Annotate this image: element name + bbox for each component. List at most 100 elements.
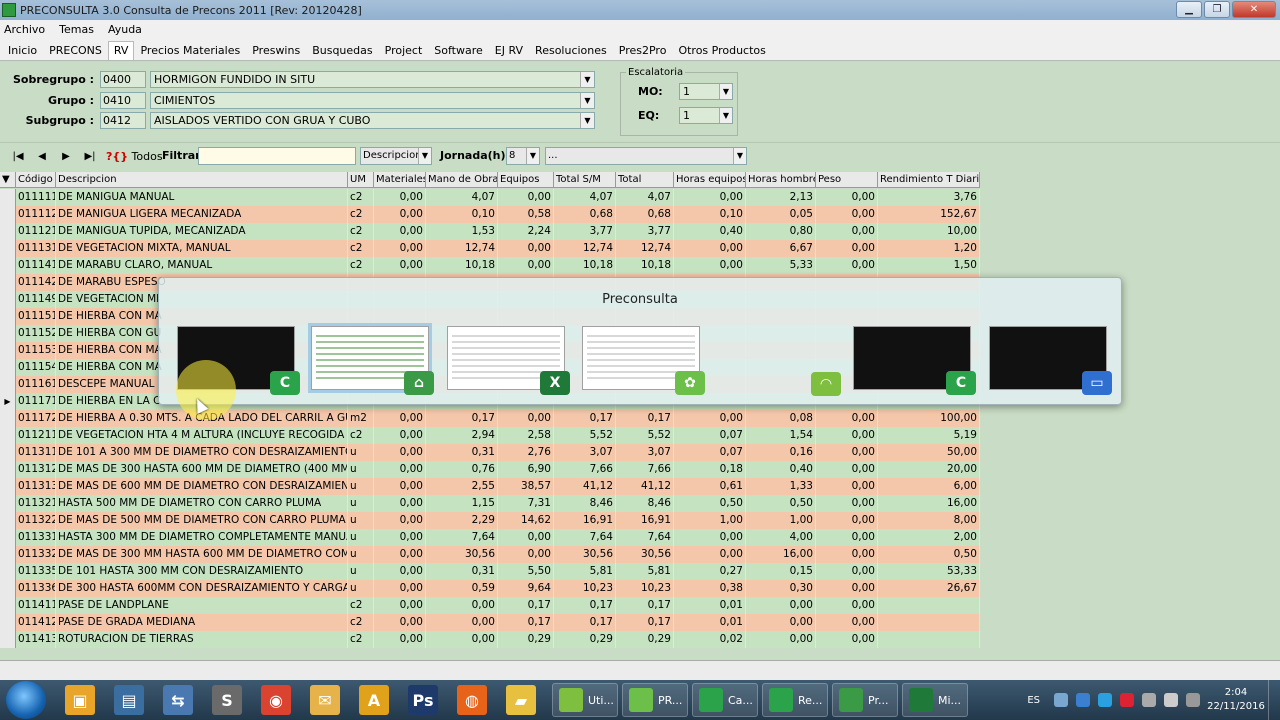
tab-busquedas[interactable]: Busquedas [306,41,378,60]
table-row[interactable]: 011336 DE 300 HASTA 600MM CON DESRAIZAMIE… [0,580,980,597]
row-selector[interactable] [0,495,16,512]
first-record-button[interactable]: |◀ [8,148,28,165]
table-row[interactable]: 011211 DE VEGETACION HTA 4 M ALTURA (INCL… [0,427,980,444]
column-header[interactable]: Descripcion [56,172,348,187]
autocad-icon[interactable]: A [359,685,389,715]
volume-icon[interactable] [1164,693,1178,707]
table-row[interactable]: 011112 DE MANIGUA LIGERA MECANIZADA c2 0,00… [0,206,980,223]
chevron-down-icon[interactable]: ▼ [526,148,539,164]
todos-button[interactable]: ?{} Todos [106,148,163,165]
minimize-button[interactable]: ▁ [1176,1,1202,18]
tab-pres2pro[interactable]: Pres2Pro [613,41,673,60]
tab-rv[interactable]: RV [107,41,135,60]
tab-otros-productos[interactable]: Otros Productos [672,41,771,60]
table-row[interactable]: 011141 DE MARABU CLARO, MANUAL c2 0,00 10,18… [0,257,980,274]
column-header[interactable]: UM [348,172,374,187]
chevron-down-icon[interactable]: ▼ [719,108,732,123]
row-selector[interactable] [0,512,16,529]
clock[interactable]: 2:04 22/11/2016 [1204,686,1268,714]
menu-archivo[interactable]: Archivo [4,23,45,36]
table-row[interactable]: 011172DE HIERBA A 0.30 MTS. A CADA LADO … [0,410,980,427]
network-status-icon[interactable] [1142,693,1156,707]
table-row[interactable]: 011111 DE MANIGUA MANUAL c2 0,00 4,07 0,00 4,0… [0,189,980,206]
grupo-code-input[interactable]: 0410 [100,92,146,109]
chevron-down-icon[interactable]: ▼ [580,113,594,128]
row-selector[interactable] [0,291,16,308]
mail-icon[interactable]: ✉ [310,685,340,715]
briefcase-icon[interactable]: ▤ [114,685,144,715]
jornada-select[interactable]: 8 ▼ [506,147,540,165]
row-selector[interactable] [0,359,16,376]
tab-ej-rv[interactable]: EJ RV [489,41,529,60]
row-selector[interactable] [0,274,16,291]
row-selector[interactable] [0,546,16,563]
dropbox-icon[interactable] [1076,693,1090,707]
row-selector[interactable]: ▶ [0,393,16,410]
tab-inicio[interactable]: Inicio [2,41,43,60]
taskbar-window-button[interactable]: Pr... [832,683,898,717]
explorer-icon[interactable]: ▣ [65,685,95,715]
row-selector[interactable] [0,325,16,342]
row-selector[interactable] [0,240,16,257]
folder-icon[interactable]: ▰ [506,685,536,715]
s-app-icon[interactable]: S [212,685,242,715]
table-row[interactable]: 011121 DE MANIGUA TUPIDA, MECANIZADA c2 0,0… [0,223,980,240]
show-desktop-button[interactable] [1268,680,1280,720]
eq-select[interactable]: 1 ▼ [679,107,733,124]
switcher-window-thumb[interactable]: ◠ [717,326,841,396]
restore-button[interactable]: ❐ [1204,1,1230,18]
row-selector[interactable] [0,376,16,393]
taskbar-window-button[interactable]: Mi... [902,683,968,717]
chrome-icon[interactable]: ◉ [261,685,291,715]
tab-resoluciones[interactable]: Resoluciones [529,41,613,60]
column-header[interactable]: Rendimiento T Diario [878,172,980,187]
show-hidden-icons-icon[interactable] [1054,693,1068,707]
taskbar-window-button[interactable]: Uti... [552,683,618,717]
row-selector[interactable] [0,189,16,206]
switcher-window-thumb[interactable]: X [447,326,570,395]
language-indicator[interactable]: ES [1027,695,1040,706]
table-row[interactable]: 011331 HASTA 300 MM DE DIAMETRO COMPLETAM… [0,529,980,546]
table-row[interactable]: 011131 DE VEGETACION MIXTA, MANUAL c2 0,00 1… [0,240,980,257]
close-button[interactable]: ✕ [1232,1,1276,18]
switcher-window-thumb[interactable]: ▭ [989,326,1112,395]
action-center-icon[interactable] [1186,693,1200,707]
tab-software[interactable]: Software [428,41,489,60]
column-header[interactable]: Total S/M [554,172,616,187]
row-selector[interactable] [0,410,16,427]
taskbar-window-button[interactable]: PR... [622,683,688,717]
column-header[interactable]: Horas hombre [746,172,816,187]
subgrupo-select[interactable]: AISLADOS VERTIDO CON GRUA Y CUBO ▼ [150,112,595,129]
table-row[interactable]: 011313 DE MAS DE 600 MM DE DIAMETRO CON D… [0,478,980,495]
chevron-down-icon[interactable]: ▼ [733,148,746,164]
tab-precons[interactable]: PRECONS [43,41,108,60]
tab-project[interactable]: Project [379,41,429,60]
chevron-down-icon[interactable]: ▼ [418,148,431,164]
antivirus-icon[interactable] [1120,693,1134,707]
column-header[interactable]: Total [616,172,674,187]
chevron-down-icon[interactable]: ▼ [580,93,594,108]
subgrupo-code-input[interactable]: 0412 [100,112,146,129]
column-header[interactable]: Peso [816,172,878,187]
mo-select[interactable]: 1 ▼ [679,83,733,100]
row-selector[interactable] [0,529,16,546]
table-row[interactable]: 011335 DE 101 HASTA 300 MM CON DESRAIZAMI… [0,563,980,580]
table-row[interactable]: 011411 PASE DE LANDPLANE c2 0,00 0,00 0,17 0,1… [0,597,980,614]
menu-ayuda[interactable]: Ayuda [108,23,142,36]
chevron-down-icon[interactable]: ▼ [580,72,594,87]
table-row[interactable]: 011413 ROTURACION DE TIERRAS c2 0,00 0,00 0,2… [0,631,980,648]
tab-preswins[interactable]: Preswins [246,41,306,60]
switcher-window-thumb[interactable]: ✿ [582,326,705,395]
network-icon[interactable]: ⇆ [163,685,193,715]
table-row[interactable]: 011321 HASTA 500 MM DE DIAMETRO CON CARRO… [0,495,980,512]
column-header[interactable]: Código [16,172,56,187]
row-selector[interactable] [0,461,16,478]
row-selector[interactable] [0,597,16,614]
sobregrupo-select[interactable]: HORMIGON FUNDIDO IN SITU ▼ [150,71,595,88]
row-selector[interactable] [0,427,16,444]
menu-temas[interactable]: Temas [59,23,94,36]
prev-record-button[interactable]: ◀ [32,148,52,165]
chevron-down-icon[interactable]: ▼ [719,84,732,99]
column-header[interactable]: Horas equipos [674,172,746,187]
skype-icon[interactable] [1098,693,1112,707]
